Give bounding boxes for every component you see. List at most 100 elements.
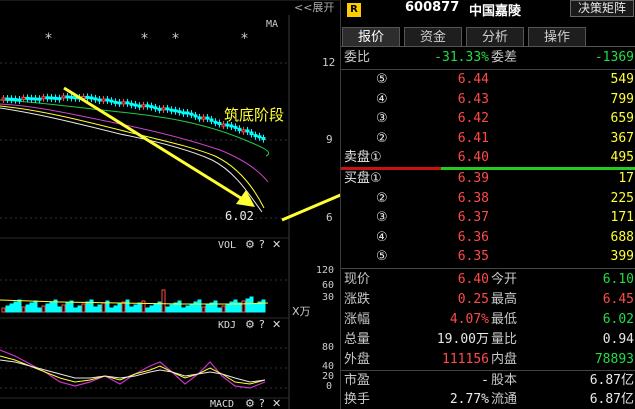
volume-bar [101, 302, 106, 313]
event-star-marker[interactable]: * [241, 31, 248, 47]
stat-label: 流通 [491, 392, 518, 407]
kline-chart[interactable] [0, 0, 340, 409]
candle-body [85, 95, 90, 99]
annotation-bottoming-phase: 筑底阶段 [224, 106, 285, 124]
event-star-marker[interactable]: * [172, 31, 179, 47]
quote-row: 涨幅 4.07% 最低 6.02 [341, 310, 635, 330]
candle-body [201, 116, 206, 120]
candle-body [141, 104, 146, 108]
candle-body [9, 97, 14, 101]
quote-label: 内盘 [491, 352, 518, 367]
candle-body [157, 107, 162, 111]
volume-bar [25, 304, 30, 313]
quote-label: 现价 [344, 272, 371, 287]
settings-icon[interactable]: ⚙ [245, 318, 255, 331]
help-icon[interactable]: ? [259, 238, 265, 251]
candle-body [41, 96, 46, 100]
order-price: 6.38 [457, 190, 489, 206]
volume-bar [97, 304, 102, 313]
close-icon[interactable]: ✕ [272, 397, 281, 409]
volume-bar [29, 302, 34, 313]
decision-matrix-button[interactable]: 决策矩阵 [570, 0, 634, 17]
volume-bar [65, 302, 70, 313]
quote-value: 6.02 [602, 312, 634, 327]
candle-body [93, 97, 98, 101]
order-price: 6.35 [457, 249, 489, 265]
candle-body [153, 106, 158, 110]
order-price: 6.37 [457, 210, 489, 226]
quote-label: 最低 [491, 312, 518, 327]
sell-order-row[interactable]: 卖盘① 6.40 495 [341, 148, 635, 168]
volume-bar [9, 303, 14, 313]
volume-bar [161, 289, 166, 313]
tab-analysis[interactable]: 分析 [466, 27, 524, 47]
order-volume: 225 [610, 190, 634, 206]
order-price: 6.39 [457, 171, 489, 186]
order-level-label: 买盘① [344, 171, 382, 186]
buy-order-row[interactable]: 买盘① 6.39 17 [341, 169, 635, 189]
price-tick: 9 [326, 133, 333, 146]
buy-order-row[interactable]: ④ 6.36 688 [341, 228, 635, 248]
candle-body [213, 120, 218, 124]
volume-ma-line [0, 299, 269, 305]
candle-body [53, 96, 58, 100]
volume-bar [217, 307, 222, 313]
volume-bar [245, 298, 250, 313]
candle-body [17, 98, 22, 102]
settings-icon[interactable]: ⚙ [245, 397, 255, 409]
buy-order-row[interactable]: ③ 6.37 171 [341, 208, 635, 228]
order-volume: 659 [610, 111, 634, 127]
tab-operation[interactable]: 操作 [528, 27, 586, 47]
volume-bar [33, 300, 38, 313]
candle-body [145, 104, 150, 108]
candle-body [197, 116, 202, 120]
candle-body [97, 98, 102, 102]
tab-divider [341, 46, 635, 47]
quote-value: 4.07% [449, 312, 489, 327]
candle-body [137, 104, 142, 108]
help-icon[interactable]: ? [259, 397, 265, 409]
volume-bar [129, 306, 134, 313]
quote-value: 6.10 [602, 272, 634, 287]
event-star-marker[interactable]: * [141, 31, 148, 47]
volume-bar [233, 299, 238, 313]
sell-order-row[interactable]: ④ 6.43 799 [341, 90, 635, 110]
kline-chart-area[interactable]: <<展开 MA * * * * 筑底阶段 6.02 12 9 6 VOL ⚙ ?… [0, 0, 340, 409]
buy-order-row[interactable]: ⑤ 6.35 399 [341, 247, 635, 267]
candle-body [49, 96, 54, 100]
volume-bar [125, 299, 130, 313]
sell-order-row[interactable]: ③ 6.42 659 [341, 109, 635, 129]
order-volume: 495 [610, 150, 634, 166]
candle-body [181, 111, 186, 115]
tab-funds[interactable]: 资金 [404, 27, 462, 47]
volume-bar [77, 305, 82, 313]
volume-bar [17, 299, 22, 313]
candle-body [105, 98, 110, 102]
tab-quote[interactable]: 报价 [342, 27, 400, 47]
candle-body [37, 97, 42, 101]
stock-code: 600877 [405, 0, 460, 15]
candle-body [69, 95, 74, 99]
settings-icon[interactable]: ⚙ [245, 238, 255, 251]
buy-order-row[interactable]: ② 6.38 225 [341, 189, 635, 209]
candle-body [133, 103, 138, 107]
sell-order-row[interactable]: ② 6.41 367 [341, 129, 635, 149]
candle-body [45, 96, 50, 100]
volume-bar [189, 303, 194, 313]
close-icon[interactable]: ✕ [272, 318, 281, 331]
order-level-label: ④ [376, 229, 388, 245]
sell-order-row[interactable]: ⑤ 6.44 549 [341, 70, 635, 90]
expand-button[interactable]: <<展开 [294, 0, 334, 15]
volume-bar [49, 301, 54, 313]
close-icon[interactable]: ✕ [272, 238, 281, 251]
candle-body [33, 97, 38, 101]
help-icon[interactable]: ? [259, 318, 265, 331]
order-volume: 688 [610, 229, 634, 245]
volume-bar [253, 303, 258, 313]
candle-body [1, 97, 6, 101]
volume-bar [165, 306, 170, 313]
order-level-label: ⑤ [376, 249, 388, 265]
event-star-marker[interactable]: * [45, 31, 52, 47]
order-volume: 399 [610, 249, 634, 265]
order-price: 6.42 [457, 111, 489, 127]
